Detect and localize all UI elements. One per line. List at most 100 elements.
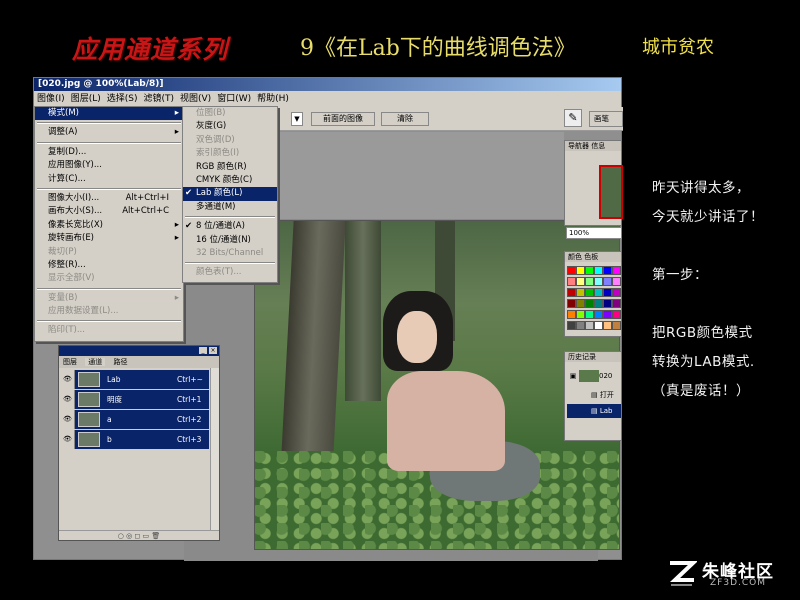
color-swatch[interactable] xyxy=(612,299,621,308)
color-swatch[interactable] xyxy=(594,288,603,297)
color-swatch[interactable] xyxy=(603,321,612,330)
zoom-field[interactable]: 100% xyxy=(566,227,622,239)
color-swatch[interactable] xyxy=(576,288,585,297)
color-swatch[interactable] xyxy=(585,288,594,297)
image-menu-item[interactable]: 像素长宽比(X) ▸ xyxy=(35,219,183,232)
color-swatch[interactable] xyxy=(594,310,603,319)
tab-channels[interactable]: 通道 xyxy=(85,358,106,366)
menu-6[interactable]: 帮助(H) xyxy=(257,94,289,104)
image-menu-item[interactable]: 陷印(T)... xyxy=(35,324,183,337)
color-swatch[interactable] xyxy=(612,310,621,319)
eye-icon[interactable]: 👁 xyxy=(61,370,75,389)
tab-info[interactable]: 信息 xyxy=(591,142,605,150)
color-swatch[interactable] xyxy=(612,266,621,275)
color-swatch[interactable] xyxy=(603,299,612,308)
image-menu-item[interactable]: 修整(R)... xyxy=(35,259,183,272)
color-swatch[interactable] xyxy=(576,310,585,319)
image-menu-item[interactable]: 复制(D)... xyxy=(35,146,183,159)
image-menu-item[interactable]: 应用图像(Y)... xyxy=(35,159,183,172)
eye-icon[interactable]: 👁 xyxy=(61,430,75,449)
color-swatch[interactable] xyxy=(603,288,612,297)
menu-4[interactable]: 视图(V) xyxy=(180,94,211,104)
image-menu-item[interactable]: 显示全部(V) xyxy=(35,272,183,285)
color-swatch[interactable] xyxy=(594,277,603,286)
tab-swatches[interactable]: 色板 xyxy=(584,253,598,261)
color-swatch[interactable] xyxy=(576,266,585,275)
color-swatch[interactable] xyxy=(567,310,576,319)
menu-5[interactable]: 窗口(W) xyxy=(217,94,251,104)
color-swatch[interactable] xyxy=(567,266,576,275)
color-swatch[interactable] xyxy=(576,277,585,286)
color-swatch[interactable] xyxy=(567,288,576,297)
history-item[interactable]: ▤ Lab xyxy=(567,404,621,418)
image-menu-item[interactable]: 裁切(P) xyxy=(35,246,183,259)
image-menu-item[interactable]: 画布大小(S)... Alt+Ctrl+C xyxy=(35,205,183,218)
tab-color[interactable]: 颜色 xyxy=(568,253,582,261)
mode-menu-item[interactable]: 颜色表(T)... xyxy=(183,266,277,279)
color-swatch[interactable] xyxy=(594,266,603,275)
mode-menu-item[interactable]: 双色调(D) xyxy=(183,134,277,147)
eye-icon[interactable]: 👁 xyxy=(61,410,75,429)
image-menu-item[interactable]: 计算(C)... xyxy=(35,173,183,186)
minimize-icon[interactable]: _ xyxy=(199,347,207,354)
eye-icon[interactable]: 👁 xyxy=(61,390,75,409)
image-menu-item[interactable]: 图像大小(I)... Alt+Ctrl+I xyxy=(35,192,183,205)
mode-menu-item[interactable]: RGB 颜色(R) xyxy=(183,161,277,174)
history-snapshot[interactable]: ▣ 020 xyxy=(567,368,621,384)
history-item[interactable]: ▤ 打开 xyxy=(567,388,621,402)
color-swatch[interactable] xyxy=(594,299,603,308)
color-swatch[interactable] xyxy=(603,277,612,286)
front-image-button[interactable]: 前面的图像 xyxy=(311,112,375,126)
color-swatch[interactable] xyxy=(567,299,576,308)
palette-icon[interactable]: ✎ xyxy=(564,109,582,127)
color-swatch[interactable] xyxy=(612,288,621,297)
mode-menu-item[interactable]: 索引颜色(I) xyxy=(183,147,277,160)
image-menu-item[interactable]: 模式(M) ▸ xyxy=(35,107,183,121)
mode-menu-item[interactable]: 16 位/通道(N) xyxy=(183,234,277,247)
color-swatch[interactable] xyxy=(576,321,585,330)
color-swatch[interactable] xyxy=(576,299,585,308)
mode-menu-item[interactable]: 灰度(G) xyxy=(183,120,277,133)
channel-row[interactable]: 👁 a Ctrl+2 xyxy=(61,410,209,429)
image-menu-item[interactable]: 调整(A) ▸ xyxy=(35,126,183,139)
color-swatch[interactable] xyxy=(594,321,603,330)
dropdown-arrow[interactable]: ▼ xyxy=(291,112,303,126)
color-swatch[interactable] xyxy=(603,310,612,319)
color-swatch[interactable] xyxy=(603,266,612,275)
navigator-thumbnail[interactable] xyxy=(599,165,623,219)
tab-paths[interactable]: 路径 xyxy=(113,358,127,366)
mode-menu-item[interactable]: 位图(B) xyxy=(183,107,277,120)
menu-3[interactable]: 滤镜(T) xyxy=(143,94,174,104)
menu-2[interactable]: 选择(S) xyxy=(107,94,138,104)
color-swatch[interactable] xyxy=(612,277,621,286)
mode-menu-item[interactable]: ✔ 8 位/通道(A) xyxy=(183,220,277,233)
window-titlebar[interactable]: [020.jpg @ 100%(Lab/8)] xyxy=(34,78,621,91)
channel-row[interactable]: 👁 明度 Ctrl+1 xyxy=(61,390,209,409)
color-swatch[interactable] xyxy=(585,277,594,286)
color-swatch[interactable] xyxy=(567,277,576,286)
channel-row[interactable]: 👁 Lab Ctrl+~ xyxy=(61,370,209,389)
brushes-tab[interactable]: 画笔 xyxy=(589,111,623,127)
color-swatch[interactable] xyxy=(585,321,594,330)
menu-0[interactable]: 图像(I) xyxy=(37,94,65,104)
color-swatch[interactable] xyxy=(585,310,594,319)
color-swatch[interactable] xyxy=(612,321,621,330)
image-menu-item[interactable]: 旋转画布(E) ▸ xyxy=(35,232,183,245)
scrollbar[interactable] xyxy=(210,368,219,530)
color-swatch[interactable] xyxy=(567,321,576,330)
color-swatch[interactable] xyxy=(585,266,594,275)
mode-menu-item[interactable]: ✔ Lab 颜色(L) xyxy=(183,187,277,201)
color-swatch[interactable] xyxy=(585,299,594,308)
image-menu-item[interactable]: 应用数据设置(L)... xyxy=(35,305,183,318)
palette-titlebar[interactable]: _ × xyxy=(59,346,219,356)
channel-row[interactable]: 👁 b Ctrl+3 xyxy=(61,430,209,449)
tab-navigator[interactable]: 导航器 xyxy=(568,142,589,150)
mode-menu-item[interactable]: 32 Bits/Channel xyxy=(183,247,277,260)
image-menu-item[interactable]: 变量(B) ▸ xyxy=(35,292,183,305)
clear-button[interactable]: 清除 xyxy=(381,112,429,126)
mode-menu-item[interactable]: 多通道(M) xyxy=(183,201,277,214)
close-icon[interactable]: × xyxy=(209,347,217,354)
menu-1[interactable]: 图层(L) xyxy=(71,94,101,104)
tab-layers[interactable]: 图层 xyxy=(63,358,77,366)
tab-history[interactable]: 历史记录 xyxy=(565,352,621,362)
